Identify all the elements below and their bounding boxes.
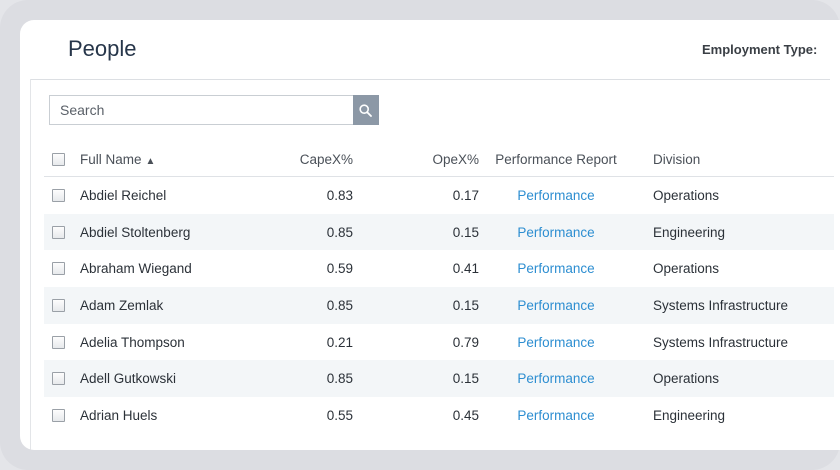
performance-link[interactable]: Performance [494, 335, 618, 350]
performance-link[interactable]: Performance [494, 408, 618, 423]
table-row: Adrian Huels 0.55 0.45 Performance Engin… [44, 397, 834, 434]
row-checkbox[interactable] [52, 262, 65, 276]
cell-opex: 0.15 [452, 297, 479, 313]
cell-capex: 0.85 [326, 224, 353, 240]
row-checkbox[interactable] [52, 408, 65, 422]
cell-opex: 0.17 [452, 187, 479, 203]
table-header-row: Full Name ▲ CapeX% OpeX% Performance Repo… [44, 142, 834, 177]
header-divider [30, 79, 830, 80]
row-checkbox[interactable] [52, 225, 65, 239]
cell-opex: 0.41 [452, 261, 479, 277]
column-header-opex[interactable]: OpeX% [389, 152, 479, 167]
performance-link[interactable]: Performance [494, 188, 618, 203]
cell-opex: 0.15 [452, 224, 479, 240]
employment-type-filter-label[interactable]: Employment Type: [702, 42, 817, 57]
column-header-full-name[interactable]: Full Name ▲ [80, 152, 155, 167]
cell-opex: 0.15 [452, 371, 479, 387]
cell-full-name: Adrian Huels [80, 407, 158, 423]
column-header-division[interactable]: Division [653, 152, 700, 167]
cell-full-name: Abdiel Reichel [80, 187, 167, 203]
panel-left-border [30, 79, 31, 450]
table-row: Abdiel Stoltenberg 0.85 0.15 Performance… [44, 213, 834, 251]
row-checkbox[interactable] [52, 188, 65, 202]
performance-link[interactable]: Performance [494, 225, 618, 240]
table-row: Adam Zemlak 0.85 0.15 Performance System… [44, 287, 834, 324]
search-bar [49, 95, 379, 125]
cell-division: Operations [653, 187, 720, 203]
cell-division: Operations [653, 371, 720, 387]
cell-division: Operations [653, 261, 720, 277]
performance-link[interactable]: Performance [494, 371, 618, 386]
cell-full-name: Abdiel Stoltenberg [80, 224, 191, 240]
cell-opex: 0.45 [452, 407, 479, 423]
select-all-checkbox[interactable] [52, 152, 65, 166]
sort-ascending-icon: ▲ [145, 155, 156, 167]
performance-link[interactable]: Performance [494, 261, 618, 276]
cell-capex: 0.85 [326, 371, 353, 387]
people-panel: People Employment Type: Full Name▲ CapeX… [20, 20, 840, 450]
cell-division: Systems Infrastructure [653, 297, 789, 313]
row-checkbox[interactable] [52, 335, 65, 349]
cell-full-name: Adell Gutkowski [80, 371, 177, 387]
cell-full-name: Adelia Thompson [80, 334, 185, 350]
app-frame: People Employment Type: Full Name▲ CapeX… [0, 0, 840, 470]
cell-capex: 0.59 [326, 261, 353, 277]
cell-opex: 0.79 [452, 334, 479, 350]
cell-full-name: Abraham Wiegand [80, 261, 192, 277]
table-row: Adelia Thompson 0.21 0.79 Performance Sy… [44, 324, 834, 361]
search-button[interactable] [352, 95, 379, 125]
cell-capex: 0.55 [326, 407, 353, 423]
cell-capex: 0.21 [326, 334, 353, 350]
search-icon [359, 103, 373, 117]
table-row: Abraham Wiegand 0.59 0.41 Performance Op… [44, 250, 834, 287]
cell-capex: 0.83 [326, 187, 353, 203]
page-title: People [68, 36, 137, 61]
column-header-performance-report[interactable]: Performance Report [494, 152, 618, 167]
performance-link[interactable]: Performance [494, 298, 618, 313]
search-input[interactable] [49, 95, 353, 125]
table-row: Abdiel Reichel 0.83 0.17 Performance Ope… [44, 177, 834, 214]
people-table: Full Name ▲ CapeX% OpeX% Performance Repo… [44, 142, 834, 434]
cell-division: Engineering [653, 407, 726, 423]
table-row: Adell Gutkowski 0.85 0.15 Performance Op… [44, 360, 834, 398]
cell-division: Engineering [653, 224, 726, 240]
row-checkbox[interactable] [52, 372, 65, 386]
cell-division: Systems Infrastructure [653, 334, 789, 350]
cell-capex: 0.85 [326, 297, 353, 313]
cell-full-name: Adam Zemlak [80, 297, 164, 313]
column-header-capex[interactable]: CapeX% [264, 152, 353, 167]
full-name-header-label: Full Name [80, 151, 142, 167]
row-checkbox[interactable] [52, 298, 65, 312]
